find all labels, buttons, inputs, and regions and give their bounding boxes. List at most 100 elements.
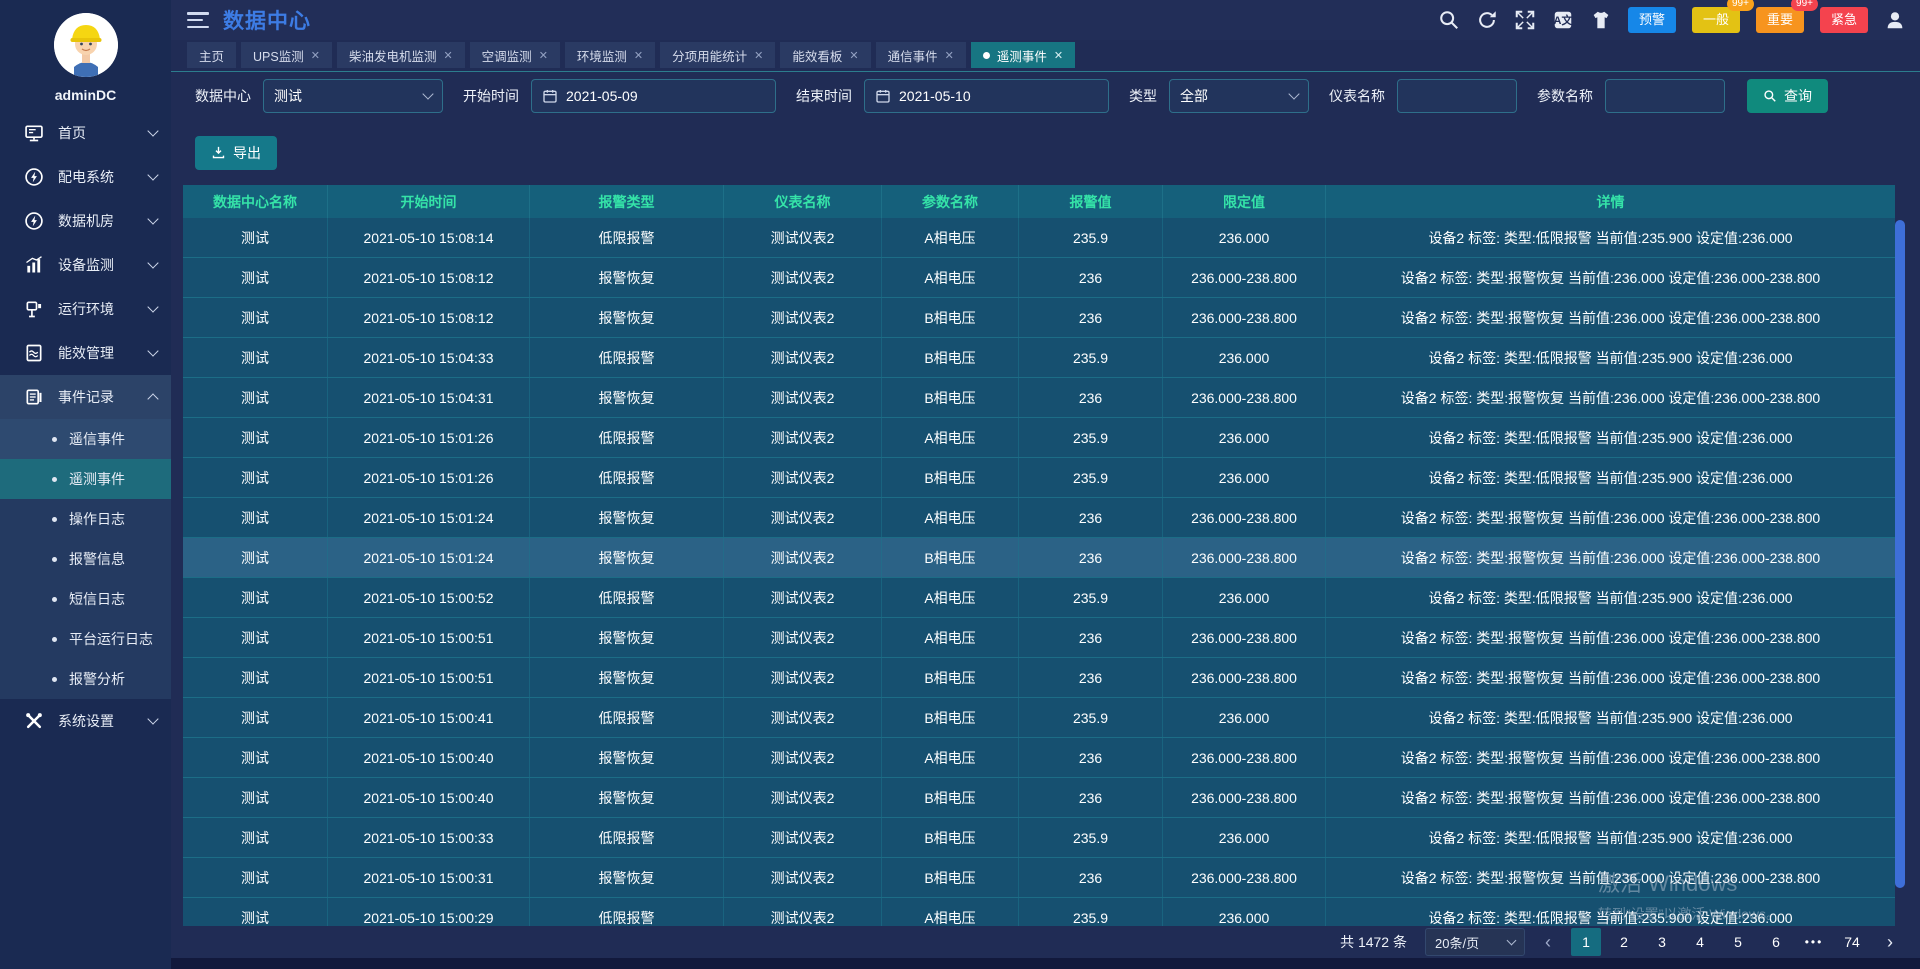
table-row[interactable]: 测试2021-05-10 15:00:31报警恢复测试仪表2B相电压236236… bbox=[183, 858, 1895, 898]
page-button-5[interactable]: 5 bbox=[1723, 928, 1753, 956]
table-cell: 测试 bbox=[183, 778, 328, 817]
table-cell: 236.000 bbox=[1163, 818, 1326, 857]
menu-collapse-icon[interactable] bbox=[187, 12, 209, 28]
table-row[interactable]: 测试2021-05-10 15:01:26低限报警测试仪表2B相电压235.92… bbox=[183, 458, 1895, 498]
query-button[interactable]: 查询 bbox=[1747, 79, 1828, 113]
table-row[interactable]: 测试2021-05-10 15:04:31报警恢复测试仪表2B相电压236236… bbox=[183, 378, 1895, 418]
sidebar-item-system-settings[interactable]: 系统设置 bbox=[0, 699, 171, 743]
page-button-4[interactable]: 4 bbox=[1685, 928, 1715, 956]
close-icon[interactable]: ✕ bbox=[754, 49, 763, 62]
sidebar-subitem-operation-logs[interactable]: 操作日志 bbox=[0, 499, 171, 539]
sidebar-subitem-label: 操作日志 bbox=[69, 509, 125, 529]
table-row[interactable]: 测试2021-05-10 15:00:52低限报警测试仪表2A相电压235.92… bbox=[183, 578, 1895, 618]
sidebar-subitem-sms-logs[interactable]: 短信日志 bbox=[0, 579, 171, 619]
fullscreen-icon[interactable] bbox=[1514, 9, 1536, 31]
tab-ups-monitoring[interactable]: UPS监测✕ bbox=[241, 42, 332, 68]
tab-diesel-generator[interactable]: 柴油发电机监测✕ bbox=[337, 42, 465, 68]
meter-name-field[interactable] bbox=[1408, 88, 1506, 104]
table-cell: A相电压 bbox=[882, 578, 1019, 617]
tab-ac-monitoring[interactable]: 空调监测✕ bbox=[470, 42, 560, 68]
sidebar-item-energy-management[interactable]: 能效管理 bbox=[0, 331, 171, 375]
close-icon[interactable]: ✕ bbox=[443, 49, 452, 62]
table-row[interactable]: 测试2021-05-10 15:08:12报警恢复测试仪表2A相电压236236… bbox=[183, 258, 1895, 298]
page-button-6[interactable]: 6 bbox=[1761, 928, 1791, 956]
close-icon[interactable]: ✕ bbox=[1054, 49, 1063, 62]
param-name-field[interactable] bbox=[1616, 88, 1714, 104]
table-cell: 2021-05-10 15:00:52 bbox=[328, 578, 530, 617]
sidebar-item-home[interactable]: 首页 bbox=[0, 111, 171, 155]
close-icon[interactable]: ✕ bbox=[634, 49, 643, 62]
type-select[interactable]: 全部 bbox=[1169, 79, 1309, 113]
important-alert-button[interactable]: 重要99+ bbox=[1756, 7, 1804, 33]
sidebar-subitem-alarm-analysis[interactable]: 报警分析 bbox=[0, 659, 171, 699]
table-cell: 2021-05-10 15:08:14 bbox=[328, 218, 530, 257]
sidebar-item-label: 运行环境 bbox=[58, 299, 149, 319]
close-icon[interactable]: ✕ bbox=[945, 49, 954, 62]
tab-comm-events[interactable]: 通信事件✕ bbox=[876, 42, 966, 68]
table-row[interactable]: 测试2021-05-10 15:01:26低限报警测试仪表2A相电压235.92… bbox=[183, 418, 1895, 458]
table-cell: 2021-05-10 15:01:26 bbox=[328, 458, 530, 497]
close-icon[interactable]: ✕ bbox=[849, 49, 858, 62]
page-button-2[interactable]: 2 bbox=[1609, 928, 1639, 956]
tab-env-monitoring[interactable]: 环境监测✕ bbox=[565, 42, 655, 68]
table-row[interactable]: 测试2021-05-10 15:04:33低限报警测试仪表2B相电压235.92… bbox=[183, 338, 1895, 378]
sidebar-item-data-room[interactable]: 数据机房 bbox=[0, 199, 171, 243]
close-icon[interactable]: ✕ bbox=[311, 49, 320, 62]
warning-alert-button[interactable]: 预警 bbox=[1628, 7, 1676, 33]
sidebar-subitem-platform-logs[interactable]: 平台运行日志 bbox=[0, 619, 171, 659]
tab-bar: 主页UPS监测✕柴油发电机监测✕空调监测✕环境监测✕分项用能统计✕能效看板✕通信… bbox=[171, 40, 1920, 72]
user-icon[interactable] bbox=[1884, 9, 1906, 31]
end-date-input[interactable]: 2021-05-10 bbox=[864, 79, 1109, 113]
start-date-input[interactable]: 2021-05-09 bbox=[531, 79, 776, 113]
next-page-button[interactable]: › bbox=[1875, 928, 1905, 956]
search-icon[interactable] bbox=[1438, 9, 1460, 31]
table-row[interactable]: 测试2021-05-10 15:00:41低限报警测试仪表2B相电压235.92… bbox=[183, 698, 1895, 738]
table-row[interactable]: 测试2021-05-10 15:01:24报警恢复测试仪表2B相电压236236… bbox=[183, 538, 1895, 578]
translate-icon[interactable]: A文 bbox=[1552, 9, 1574, 31]
close-icon[interactable]: ✕ bbox=[539, 49, 548, 62]
table-row[interactable]: 测试2021-05-10 15:00:40报警恢复测试仪表2A相电压236236… bbox=[183, 738, 1895, 778]
export-button[interactable]: 导出 bbox=[195, 136, 277, 170]
sidebar-subitem-telemetry-events[interactable]: 遥测事件 bbox=[0, 459, 171, 499]
download-icon bbox=[211, 145, 226, 160]
table-row[interactable]: 测试2021-05-10 15:00:51报警恢复测试仪表2B相电压236236… bbox=[183, 658, 1895, 698]
sidebar-item-event-records[interactable]: 事件记录 bbox=[0, 375, 171, 419]
page-size-select[interactable]: 20条/页 bbox=[1425, 928, 1525, 956]
sidebar-item-operating-environment[interactable]: 运行环境 bbox=[0, 287, 171, 331]
table-cell: B相电压 bbox=[882, 778, 1019, 817]
table-cell: 设备2 标签: 类型:报警恢复 当前值:236.000 设定值:236.000-… bbox=[1326, 258, 1895, 297]
meter-name-input[interactable] bbox=[1397, 79, 1517, 113]
param-name-input[interactable] bbox=[1605, 79, 1725, 113]
table-row[interactable]: 测试2021-05-10 15:01:24报警恢复测试仪表2A相电压236236… bbox=[183, 498, 1895, 538]
table-cell: 测试 bbox=[183, 658, 328, 697]
table-row[interactable]: 测试2021-05-10 15:00:40报警恢复测试仪表2B相电压236236… bbox=[183, 778, 1895, 818]
sidebar-item-device-monitoring[interactable]: 设备监测 bbox=[0, 243, 171, 287]
tab-energy-board[interactable]: 能效看板✕ bbox=[780, 42, 870, 68]
sidebar-subitem-remote-signal-events[interactable]: 遥信事件 bbox=[0, 419, 171, 459]
sidebar-subitem-alarm-info[interactable]: 报警信息 bbox=[0, 539, 171, 579]
table-row[interactable]: 测试2021-05-10 15:00:29低限报警测试仪表2A相电压235.92… bbox=[183, 898, 1895, 926]
datacenter-select[interactable]: 测试 bbox=[263, 79, 443, 113]
refresh-icon[interactable] bbox=[1476, 9, 1498, 31]
tab-telemetry-events[interactable]: 遥测事件✕ bbox=[971, 42, 1075, 68]
table-cell: 设备2 标签: 类型:低限报警 当前值:235.900 设定值:236.000 bbox=[1326, 578, 1895, 617]
table-row[interactable]: 测试2021-05-10 15:08:12报警恢复测试仪表2B相电压236236… bbox=[183, 298, 1895, 338]
table-cell: 2021-05-10 15:00:33 bbox=[328, 818, 530, 857]
prev-page-button[interactable]: ‹ bbox=[1533, 928, 1563, 956]
table-cell: 236 bbox=[1019, 858, 1163, 897]
theme-icon[interactable] bbox=[1590, 9, 1612, 31]
page-button-3[interactable]: 3 bbox=[1647, 928, 1677, 956]
page-button-74[interactable]: 74 bbox=[1837, 928, 1867, 956]
urgent-alert-button[interactable]: 紧急 bbox=[1820, 7, 1868, 33]
table-scrollbar[interactable] bbox=[1895, 220, 1905, 888]
sidebar-subitem-label: 报警信息 bbox=[69, 549, 125, 569]
page-button-1[interactable]: 1 bbox=[1571, 928, 1601, 956]
tab-energy-stats[interactable]: 分项用能统计✕ bbox=[660, 42, 775, 68]
general-alert-button[interactable]: 一般99+ bbox=[1692, 7, 1740, 33]
table-row[interactable]: 测试2021-05-10 15:08:14低限报警测试仪表2A相电压235.92… bbox=[183, 218, 1895, 258]
table-row[interactable]: 测试2021-05-10 15:00:51报警恢复测试仪表2A相电压236236… bbox=[183, 618, 1895, 658]
table-row[interactable]: 测试2021-05-10 15:00:33低限报警测试仪表2B相电压235.92… bbox=[183, 818, 1895, 858]
user-avatar[interactable] bbox=[54, 13, 118, 77]
sidebar-item-power-distribution[interactable]: 配电系统 bbox=[0, 155, 171, 199]
tab-home[interactable]: 主页 bbox=[187, 42, 236, 68]
